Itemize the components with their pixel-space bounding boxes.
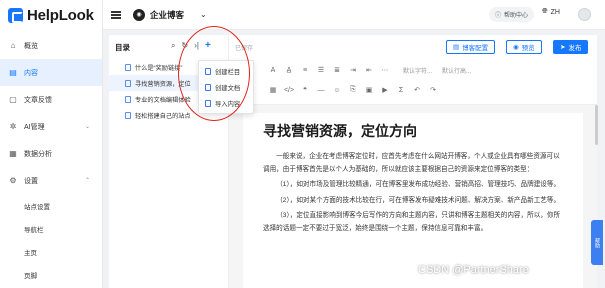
chevron-down-icon[interactable]: ⌄ bbox=[200, 10, 207, 19]
document-title[interactable]: 寻找营销资源，定位方向 bbox=[263, 121, 563, 141]
toc-title: 目录 bbox=[115, 43, 130, 52]
send-icon: ➤ bbox=[560, 44, 566, 51]
publish-label: 发布 bbox=[568, 45, 582, 52]
code-icon[interactable]: </> bbox=[281, 87, 297, 94]
top-bar: ◉ 企业博客 ⌄ ⓘ 帮助中心 🌐︎ ZH bbox=[103, 0, 605, 30]
sidebar-item-content[interactable]: ▤ 内容 bbox=[0, 59, 102, 86]
document-page[interactable]: 寻找营销资源，定位方向 一般来说，企业在考虑博客定位时，应首先考虑在什么网站开博… bbox=[243, 113, 583, 288]
preview-label: 预览 bbox=[521, 45, 535, 52]
document-icon bbox=[125, 95, 131, 103]
sidebar-item-label: 概览 bbox=[24, 42, 38, 50]
blog-config-button[interactable]: ▤ 博客配置 bbox=[446, 40, 496, 54]
help-center-button[interactable]: ⓘ 帮助中心 bbox=[489, 7, 535, 22]
emoji-icon[interactable]: ☺ bbox=[329, 87, 345, 94]
user-avatar[interactable] bbox=[578, 8, 591, 21]
logo-icon bbox=[8, 7, 23, 23]
language-switcher[interactable]: 🌐︎ ZH bbox=[542, 8, 560, 16]
settings-icon: ⚙ bbox=[9, 175, 17, 185]
analytics-icon: ▦ bbox=[9, 148, 17, 158]
sidebar: HelpLook ⌂ 概览 ▤ 内容 ▢ 文章反馈 ✲ AI管理 ⌄ ▦ 数据分… bbox=[0, 0, 103, 288]
preview-button[interactable]: ◉ 预览 bbox=[506, 40, 542, 54]
sidebar-subitem-navbar[interactable]: 导航栏 bbox=[0, 217, 102, 240]
toolbar-row-1: A A̲ ≡ ☰ ≣ ⇥ ⇤ ⋯ 默认字符... 默认行高... bbox=[265, 63, 471, 77]
divider-icon[interactable]: — bbox=[313, 87, 329, 94]
highlight-icon[interactable]: A̲ bbox=[281, 67, 297, 74]
document-icon bbox=[125, 111, 131, 119]
document-paragraph[interactable]: （1），如对市场及管理比较精通，可在博客里发布成功经验、营销高招、管理技巧、品牌… bbox=[263, 179, 563, 192]
help-side-tab[interactable]: 帮助 bbox=[591, 220, 603, 265]
toolbar-row-2: ▦ </> ❝ — ☺ ⎘ ▣ ▶ Σ ↶ ↷ bbox=[265, 83, 441, 97]
font-color-icon[interactable]: A bbox=[265, 67, 281, 74]
toc-item-label: 轻松搭建自己的站点 bbox=[135, 112, 191, 120]
document-paragraph[interactable]: （2），如对某个方面的技术比较在行，可在博客发布疑难技术问题、解决方案、新产品新… bbox=[263, 195, 563, 208]
sidebar-nav: ⌂ 概览 ▤ 内容 ▢ 文章反馈 ✲ AI管理 ⌄ ▦ 数据分析 ⚙ 设置 ⌃ … bbox=[0, 32, 102, 286]
more-icon[interactable]: ⋯ bbox=[377, 66, 393, 74]
sidebar-item-analytics[interactable]: ▦ 数据分析 bbox=[0, 140, 102, 167]
document-icon bbox=[125, 79, 131, 87]
info-icon: ⓘ bbox=[495, 13, 502, 19]
sidebar-subitem-footer[interactable]: 页脚 bbox=[0, 263, 102, 286]
chevron-down-icon: ⌄ bbox=[84, 124, 90, 130]
feedback-icon: ▢ bbox=[9, 94, 17, 104]
sidebar-subitem-homepage[interactable]: 主页 bbox=[0, 240, 102, 263]
content-icon: ▤ bbox=[9, 67, 17, 77]
brand-name: HelpLook bbox=[27, 6, 94, 24]
undo-icon[interactable]: ↶ bbox=[409, 86, 425, 94]
indent-icon[interactable]: ⇥ bbox=[345, 66, 361, 74]
letter-spacing-select[interactable]: 默认字符... bbox=[403, 66, 432, 75]
search-icon[interactable]: ⌕ bbox=[171, 41, 175, 51]
logo[interactable]: HelpLook bbox=[0, 0, 102, 30]
home-icon: ⌂ bbox=[10, 40, 16, 50]
sidebar-item-label: 数据分析 bbox=[24, 150, 52, 158]
image-icon[interactable]: ▣ bbox=[361, 86, 377, 94]
attachment-icon[interactable]: ⎘ bbox=[345, 86, 361, 94]
blog-config-label: 博客配置 bbox=[462, 45, 489, 52]
numbered-list-icon[interactable]: ☰ bbox=[313, 66, 329, 74]
formula-icon[interactable]: Σ bbox=[393, 87, 409, 94]
line-height-select[interactable]: 默认行高... bbox=[442, 66, 471, 75]
language-label: ZH bbox=[550, 8, 560, 16]
sidebar-item-overview[interactable]: ⌂ 概览 bbox=[0, 32, 102, 59]
redo-icon[interactable]: ↷ bbox=[425, 86, 441, 94]
watermark: CSDN @PartnerShare bbox=[418, 264, 529, 276]
config-icon: ▤ bbox=[453, 44, 460, 51]
document-paragraph[interactable]: （3），定位直接影响到博客今后写作的方向和主题内容，只讲和博客主题相关的内容，所… bbox=[263, 210, 563, 235]
menu-icon[interactable] bbox=[111, 10, 121, 19]
sidebar-item-ai[interactable]: ✲ AI管理 ⌄ bbox=[0, 113, 102, 140]
sidebar-subitem-site-settings[interactable]: 站点设置 bbox=[0, 194, 102, 217]
sidebar-item-label: 设置 bbox=[24, 177, 38, 185]
sidebar-item-label: 内容 bbox=[24, 69, 38, 77]
table-icon[interactable]: ▦ bbox=[265, 86, 281, 94]
sidebar-item-label: 文章反馈 bbox=[24, 96, 52, 104]
publish-button[interactable]: ➤ 发布 bbox=[553, 40, 589, 54]
help-center-label: 帮助中心 bbox=[504, 13, 529, 19]
space-name[interactable]: 企业博客 bbox=[150, 9, 184, 21]
format-toolbar: A A̲ ≡ ☰ ≣ ⇥ ⇤ ⋯ 默认字符... 默认行高... ▦ </> ❝… bbox=[229, 57, 597, 105]
annotation-circle bbox=[178, 26, 250, 121]
document-paragraph[interactable]: 一般来说，企业在考虑博客定位时，应首先考虑在什么网站开博客，个人或企业具有哪些资… bbox=[263, 151, 563, 176]
sidebar-item-label: AI管理 bbox=[24, 123, 45, 131]
chevron-up-icon: ⌃ bbox=[84, 178, 90, 184]
eye-icon: ◉ bbox=[513, 44, 519, 51]
align-icon[interactable]: ≣ bbox=[329, 66, 345, 74]
scrollbar[interactable] bbox=[595, 105, 598, 145]
ai-icon: ✲ bbox=[9, 121, 17, 131]
quote-icon[interactable]: ❝ bbox=[297, 86, 313, 94]
document-icon bbox=[125, 63, 131, 71]
globe-icon: 🌐︎ bbox=[542, 8, 548, 15]
video-icon[interactable]: ▶ bbox=[377, 86, 393, 94]
sidebar-item-settings[interactable]: ⚙ 设置 ⌃ bbox=[0, 167, 102, 194]
outdent-icon[interactable]: ⇤ bbox=[361, 66, 377, 74]
document-area: 寻找营销资源，定位方向 一般来说，企业在考虑博客定位时，应首先考虑在什么网站开博… bbox=[229, 105, 597, 288]
space-avatar: ◉ bbox=[133, 8, 145, 21]
sidebar-item-feedback[interactable]: ▢ 文章反馈 bbox=[0, 86, 102, 113]
bullet-list-icon[interactable]: ≡ bbox=[297, 67, 313, 74]
toc-item-label: 什么是“奖励链接” bbox=[135, 64, 183, 72]
